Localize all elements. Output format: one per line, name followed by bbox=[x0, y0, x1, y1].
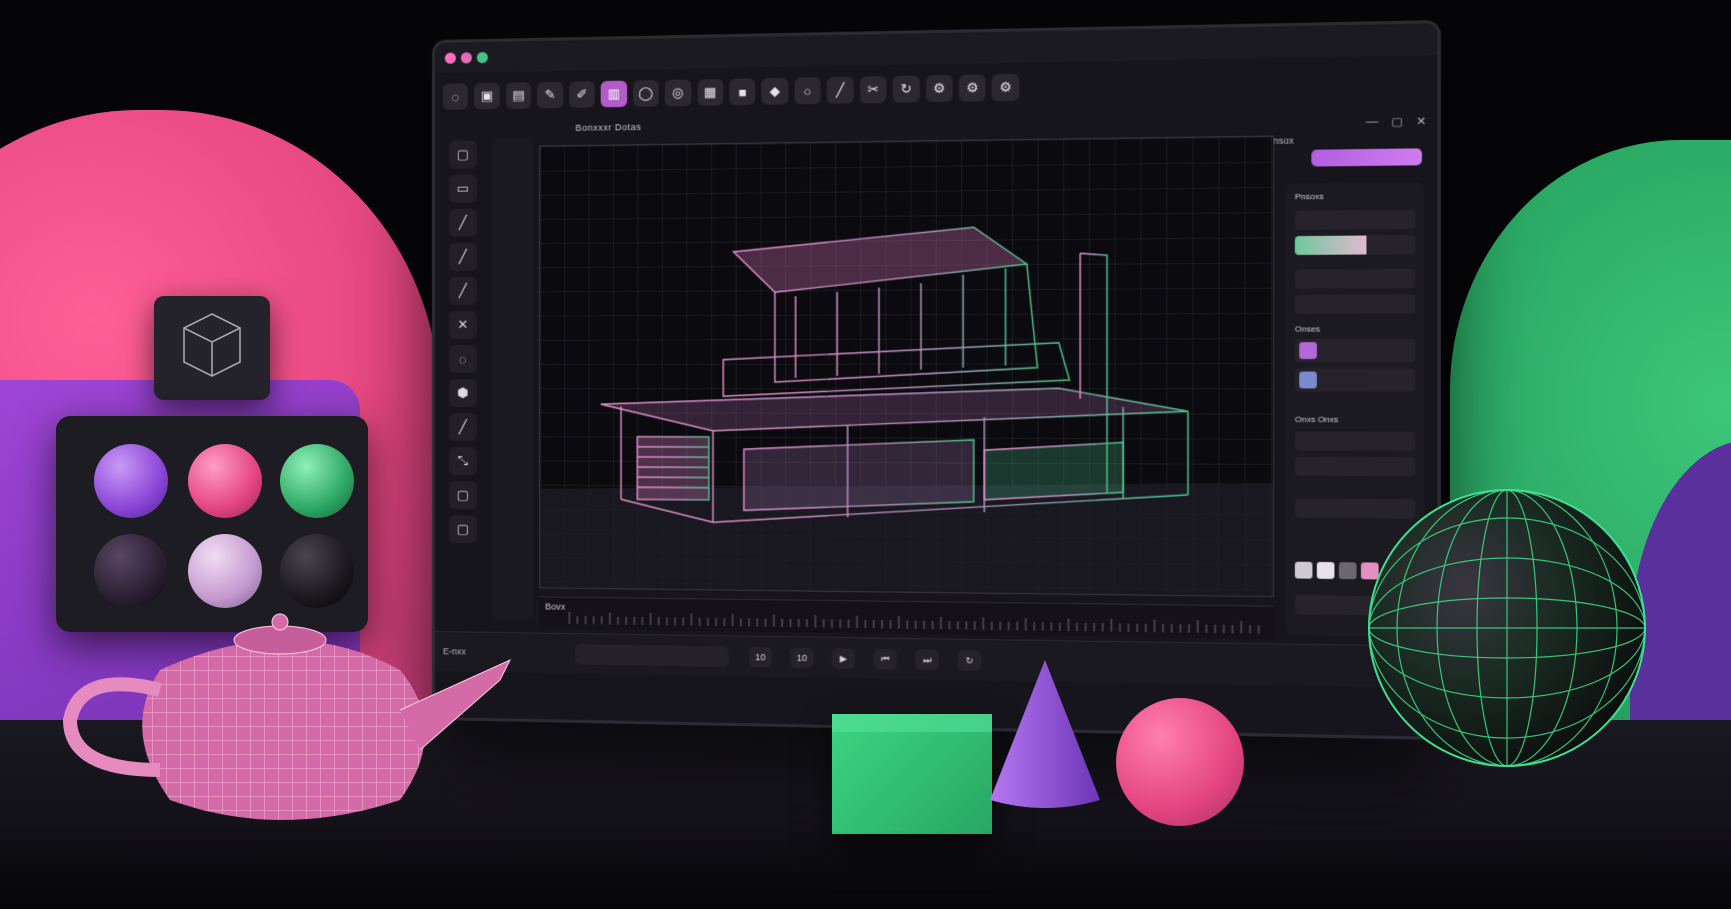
property-row-3[interactable] bbox=[1294, 294, 1416, 314]
brush-icon[interactable]: ✎ bbox=[537, 81, 564, 109]
left-tool-6-icon[interactable]: ✕ bbox=[448, 310, 477, 339]
app-window: ◌ ▣ ▤ ✎ ✐ ▥ ◯ ◎ ▦ ■ ◆ ○ ╱ ✂ ↻ ⚙ ⚙ ⚙ — ▢ ✕ Pnsox ▢ ▭ ╱ ╱ ╱ ✕ ◌ ⬢ ╱… bbox=[432, 19, 1441, 741]
scene: ◌ ▣ ▤ ✎ ✐ ▥ ◯ ◎ ▦ ■ ◆ ○ ╱ ✂ ↻ ⚙ ⚙ ⚙ — ▢ ✕ Pnsox ▢ ▭ ╱ ╱ ╱ ✕ ◌ ⬢ ╱… bbox=[0, 0, 1731, 909]
playback-bar: E-nxx 10 10 ▶ ⏮ ⏭ ↻ bbox=[434, 631, 1438, 689]
cube-badge bbox=[154, 296, 270, 400]
diamond-icon[interactable]: ◆ bbox=[761, 77, 789, 105]
color-swatch-1[interactable] bbox=[1294, 561, 1313, 579]
circle-icon[interactable]: ◯ bbox=[632, 80, 659, 107]
swatch-row bbox=[1286, 182, 1424, 580]
green-cube-top-face bbox=[832, 714, 992, 732]
left-tool-12-icon[interactable]: ▢ bbox=[448, 515, 477, 544]
material-ball-green[interactable] bbox=[280, 444, 354, 518]
green-cube bbox=[832, 714, 992, 834]
gear-icon-3[interactable]: ⚙ bbox=[992, 73, 1020, 102]
3d-viewport[interactable] bbox=[539, 135, 1275, 598]
left-tool-4-icon[interactable]: ╱ bbox=[448, 242, 477, 271]
gear-icon-2[interactable]: ⚙ bbox=[958, 74, 986, 102]
minimize-icon[interactable]: — bbox=[1366, 115, 1378, 129]
refresh-icon[interactable]: ↻ bbox=[892, 75, 920, 103]
scrub-field[interactable] bbox=[575, 644, 729, 667]
circle-icon-2[interactable]: ◎ bbox=[664, 79, 691, 107]
ring-icon[interactable]: ○ bbox=[794, 77, 821, 105]
cube-icon bbox=[183, 313, 241, 377]
properties-header: Pnsoxs bbox=[1294, 191, 1324, 202]
next-key-button[interactable]: ⏭ bbox=[915, 649, 939, 671]
section-label: Onses bbox=[1294, 324, 1321, 334]
square-icon[interactable]: ■ bbox=[729, 78, 756, 106]
frame-icon[interactable]: ▣ bbox=[474, 82, 500, 110]
frame-field-a[interactable]: 10 bbox=[749, 646, 772, 668]
minimize-dot[interactable] bbox=[460, 52, 472, 64]
left-tool-10-icon[interactable]: ⤡ bbox=[448, 447, 477, 476]
timeline[interactable]: Bovx bbox=[539, 596, 1275, 640]
paint-icon[interactable]: ✂ bbox=[859, 76, 887, 104]
dropdown-1[interactable] bbox=[1294, 431, 1416, 451]
maximize-dot[interactable] bbox=[476, 51, 488, 64]
material-ball-pink[interactable] bbox=[188, 444, 262, 518]
left-tool-7-icon[interactable]: ◌ bbox=[448, 344, 477, 373]
select-icon[interactable]: ◌ bbox=[442, 83, 469, 110]
gear-icon[interactable]: ⚙ bbox=[925, 75, 953, 103]
property-row-2[interactable] bbox=[1294, 268, 1416, 289]
subsection-label: Onxs Onxs bbox=[1294, 414, 1339, 425]
material-ball-purple[interactable] bbox=[94, 444, 168, 518]
left-tool-8-icon[interactable]: ⬢ bbox=[448, 378, 477, 408]
restore-icon[interactable]: ▢ bbox=[1391, 115, 1403, 129]
viewport-title: Bonxxxr Dotas bbox=[575, 121, 642, 133]
color-slider[interactable] bbox=[1294, 235, 1416, 256]
pink-sphere bbox=[1116, 698, 1244, 826]
image-icon[interactable]: ▤ bbox=[505, 82, 532, 109]
dropdown-2[interactable] bbox=[1294, 456, 1416, 477]
property-row-1[interactable] bbox=[1294, 209, 1416, 230]
material-slot-2[interactable] bbox=[1294, 368, 1416, 392]
close-icon[interactable]: ✕ bbox=[1416, 114, 1426, 128]
brush-icon-2[interactable]: ╱ bbox=[827, 76, 854, 104]
left-tool-5-icon[interactable]: ╱ bbox=[448, 276, 477, 305]
left-tool-1-icon[interactable]: ▢ bbox=[448, 140, 477, 169]
window-controls: — ▢ ✕ bbox=[1366, 114, 1427, 129]
house-wireframe-render bbox=[540, 136, 1275, 598]
close-dot[interactable] bbox=[444, 52, 456, 64]
play-button[interactable]: ▶ bbox=[831, 648, 855, 669]
main-toolbar: ◌ ▣ ▤ ✎ ✐ ▥ ◯ ◎ ▦ ■ ◆ ○ ╱ ✂ ↻ ⚙ ⚙ ⚙ bbox=[442, 67, 1020, 117]
left-tool-2-icon[interactable]: ▭ bbox=[448, 174, 477, 203]
title-bar bbox=[434, 23, 1438, 73]
frame-field-b[interactable]: 10 bbox=[790, 647, 814, 669]
left-tool-column: ▢ ▭ ╱ ╱ ╱ ✕ ◌ ⬢ ╱ ⤡ ▢ ▢ bbox=[448, 140, 483, 544]
material-ball-lilac[interactable] bbox=[188, 534, 262, 608]
floor-reflection bbox=[0, 830, 1731, 909]
material-slot-1[interactable] bbox=[1294, 338, 1416, 363]
color-swatch-2[interactable] bbox=[1316, 561, 1335, 579]
pen-icon[interactable]: ✐ bbox=[569, 81, 595, 108]
picture-icon-2[interactable]: ▦ bbox=[697, 78, 724, 106]
material-ball-black[interactable] bbox=[280, 534, 354, 608]
timeline-label: Bovx bbox=[545, 601, 566, 612]
wireframe-sphere bbox=[1368, 489, 1646, 767]
loop-button[interactable]: ↻ bbox=[957, 650, 982, 672]
picture-icon[interactable]: ▥ bbox=[600, 80, 627, 108]
render-button[interactable] bbox=[1311, 148, 1422, 167]
outliner-strip bbox=[492, 137, 534, 621]
wireframe-teapot bbox=[62, 613, 512, 820]
left-tool-3-icon[interactable]: ╱ bbox=[448, 208, 477, 237]
material-ball-dark-purple[interactable] bbox=[94, 534, 168, 608]
left-tool-9-icon[interactable]: ╱ bbox=[448, 413, 477, 442]
purple-cone bbox=[990, 660, 1100, 808]
prev-key-button[interactable]: ⏮ bbox=[873, 648, 897, 670]
left-tool-11-icon[interactable]: ▢ bbox=[448, 481, 477, 510]
